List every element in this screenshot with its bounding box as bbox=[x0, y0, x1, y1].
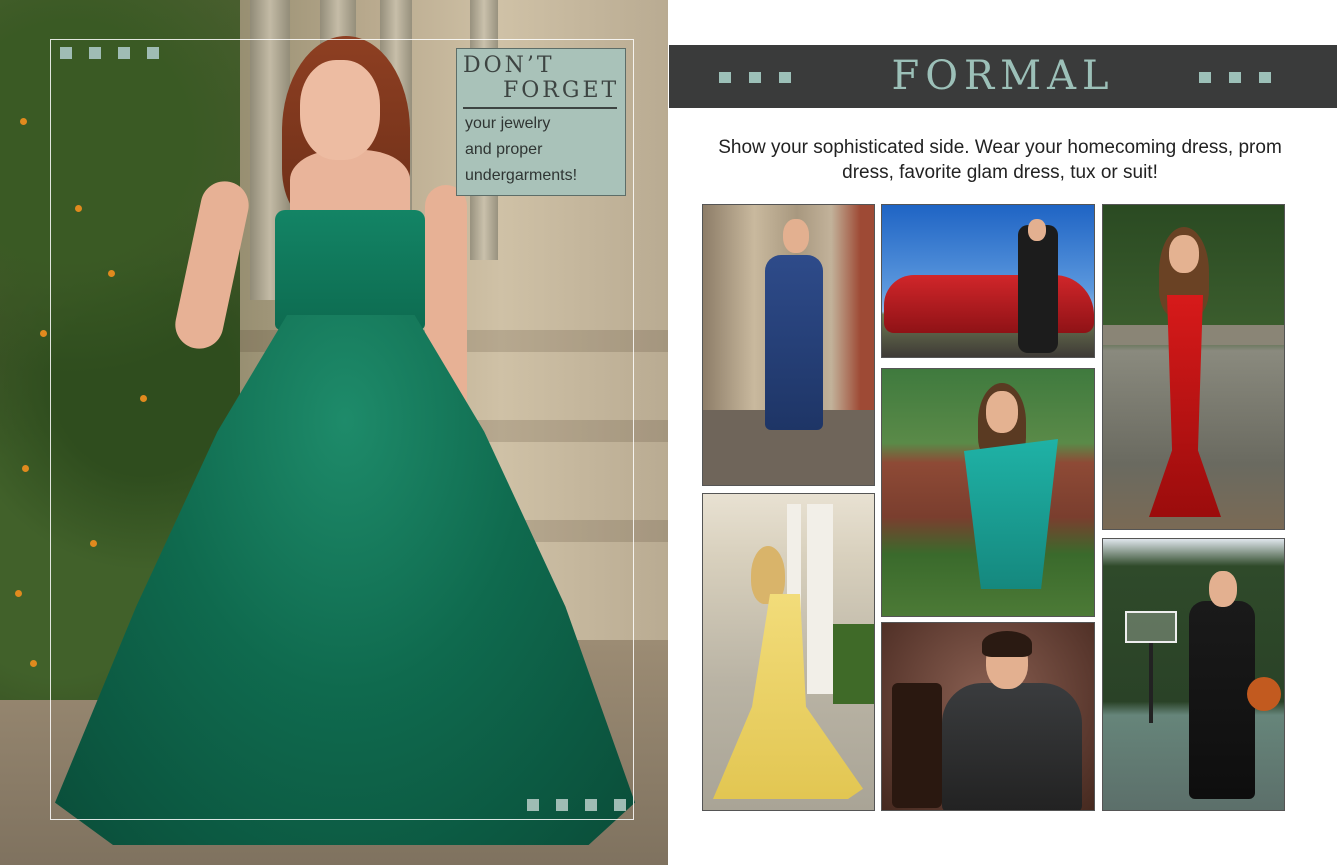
tagline: Show your sophisticated side. Wear your … bbox=[700, 135, 1300, 185]
photo-grass bbox=[833, 624, 874, 704]
photo-basketball-tux bbox=[1102, 538, 1285, 811]
callout-title-line2: FORGET bbox=[503, 78, 620, 103]
formal-banner: FORMAL bbox=[669, 45, 1337, 108]
photo-teal-dress bbox=[881, 368, 1095, 617]
photo-subject-suit bbox=[1018, 225, 1058, 353]
tagline-line: dress, favorite glam dress, tux or suit! bbox=[842, 162, 1158, 183]
callout-title-line1: DON’T bbox=[463, 53, 555, 78]
callout-body-line: undergarments! bbox=[465, 167, 578, 184]
accent-square bbox=[118, 47, 130, 59]
dont-forget-callout: DON’T FORGET your jewelry and proper und… bbox=[456, 48, 626, 196]
flower bbox=[15, 590, 22, 597]
photo-subject-head bbox=[783, 219, 809, 253]
hoop-pole bbox=[1149, 643, 1153, 723]
banner-square bbox=[1229, 72, 1241, 83]
photo-subject-hair bbox=[982, 631, 1032, 657]
callout-body: your jewelry and proper undergarments! bbox=[465, 111, 577, 189]
photo-subject-head bbox=[1169, 235, 1199, 273]
flower bbox=[30, 660, 37, 667]
photo-subject-suit bbox=[765, 255, 823, 430]
flower bbox=[20, 118, 27, 125]
callout-body-line: and proper bbox=[465, 141, 543, 158]
photo-subject-suit bbox=[1189, 601, 1255, 799]
wooden-chair bbox=[892, 683, 942, 808]
accent-square bbox=[147, 47, 159, 59]
flower bbox=[22, 465, 29, 472]
photo-yellow-gown bbox=[702, 493, 875, 811]
accent-square bbox=[556, 799, 568, 811]
basketball-hoop bbox=[1125, 611, 1177, 643]
photo-subject-head bbox=[1028, 219, 1046, 241]
banner-square bbox=[1199, 72, 1211, 83]
callout-body-line: your jewelry bbox=[465, 115, 551, 132]
banner-square bbox=[1259, 72, 1271, 83]
red-sports-car bbox=[884, 275, 1094, 333]
accent-square bbox=[527, 799, 539, 811]
accent-square bbox=[585, 799, 597, 811]
photo-red-gown bbox=[1102, 204, 1285, 530]
accent-square bbox=[89, 47, 101, 59]
accent-square bbox=[60, 47, 72, 59]
photo-suit-columns bbox=[702, 204, 875, 486]
photo-subject-head bbox=[1209, 571, 1237, 607]
flower bbox=[40, 330, 47, 337]
accent-square bbox=[614, 799, 626, 811]
callout-title: DON’T FORGET bbox=[463, 53, 619, 103]
photo-red-car bbox=[881, 204, 1095, 358]
photo-studio-suit bbox=[881, 622, 1095, 811]
pergola-column bbox=[819, 504, 833, 694]
photo-subject-head bbox=[986, 391, 1018, 433]
callout-divider bbox=[463, 107, 617, 109]
basketball bbox=[1247, 677, 1281, 711]
teal-dress bbox=[964, 439, 1058, 589]
tagline-line: Show your sophisticated side. Wear your … bbox=[718, 137, 1282, 158]
photo-subject-suit bbox=[942, 683, 1082, 810]
